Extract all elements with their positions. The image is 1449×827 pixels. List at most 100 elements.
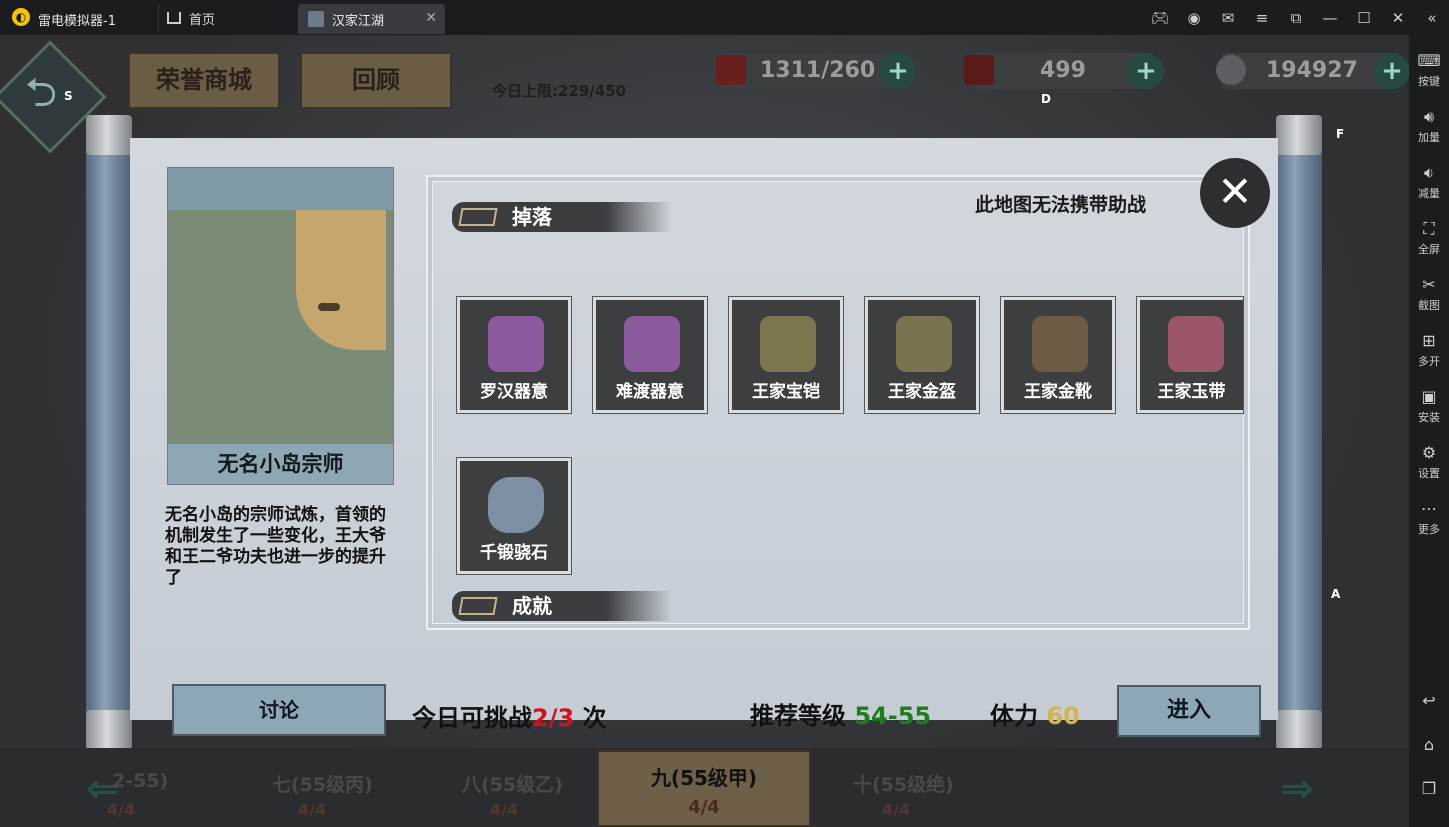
level-tab[interactable]: 十(55级绝) [853, 770, 954, 797]
stage-detail-panel: 无名小岛宗师 无名小岛的宗师试炼，首领的机制发生了一些变化，王大爷和王二爷功夫也… [130, 138, 1278, 737]
drop-item[interactable]: 王家金盔 [864, 296, 980, 414]
drop-item-name: 难渡器意 [616, 382, 684, 402]
drop-item-name: 王家金靴 [1024, 382, 1092, 402]
level-tab-label: 九(55级甲) [650, 766, 758, 790]
drop-item[interactable]: 罗汉器意 [456, 296, 572, 414]
add-silver-button[interactable]: + [1374, 53, 1409, 89]
apk-icon: ▣ [1421, 387, 1437, 406]
enter-button[interactable]: 进入 [1117, 685, 1261, 737]
drop-item[interactable]: 王家金靴 [1000, 296, 1116, 414]
sidebar-item-screenshot[interactable]: ✂ 截图 [1409, 275, 1449, 313]
ore-stone-icon [488, 477, 544, 533]
volume-down-icon: 🔉︎ [1423, 163, 1435, 182]
recommended-level: 推荐等级 54-55 [750, 696, 931, 731]
recents-icon: ❐ [1421, 779, 1437, 798]
drop-item[interactable]: 难渡器意 [592, 296, 708, 414]
sidebar-label: 安装 [1418, 411, 1440, 424]
ornament-icon [458, 208, 498, 226]
fullscreen-icon: ⛶ [1423, 219, 1435, 238]
drops-header: 掉落 [452, 202, 672, 232]
next-arrow-icon[interactable]: ⇒ [1280, 766, 1314, 812]
maximize-icon[interactable]: ☐ [1347, 9, 1381, 27]
add-stamina-button[interactable]: + [880, 53, 916, 89]
close-window-icon[interactable]: ✕ [1381, 9, 1415, 27]
close-tab-icon[interactable]: ✕ [425, 10, 437, 26]
challenge-suffix: 次 [582, 704, 607, 732]
boots-icon [1032, 316, 1088, 372]
android-home-button[interactable]: ⌂ [1409, 735, 1449, 755]
daily-challenge-count: 今日可挑战2/3 次 [412, 698, 607, 733]
close-panel-button[interactable]: ✕ [1200, 158, 1270, 228]
discuss-button[interactable]: 讨论 [172, 684, 386, 736]
game-viewport: ⮌ S 荣誉商城 回顾 今日上限:229/450 1311/260 + 499 … [0, 35, 1409, 827]
challenge-count: 2/3 [532, 704, 575, 732]
level-progress: 4/4 [688, 797, 720, 818]
sidebar-item-settings[interactable]: ⚙ 设置 [1409, 443, 1449, 481]
mail-icon[interactable]: ✉ [1211, 9, 1245, 27]
drop-item-name: 千锻骁石 [480, 543, 548, 563]
keymap-hint-a: A [1331, 587, 1341, 601]
stamina-value: 1311/260 [760, 58, 876, 83]
map-island [296, 210, 386, 350]
recommended-level-value: 54-55 [854, 702, 932, 730]
minimize-icon[interactable]: — [1313, 9, 1347, 27]
gamepad-icon[interactable]: 🎮︎ [1143, 9, 1177, 27]
home-icon: ⌂ [1423, 735, 1435, 754]
stage-description: 无名小岛的宗师试炼，首领的机制发生了一些变化，王大爷和王二爷功夫也进一步的提升了 [165, 505, 386, 588]
multi-instance-icon: ⊞ [1422, 331, 1436, 350]
more-icon: ⋯ [1421, 499, 1437, 518]
sidebar-item-fullscreen[interactable]: ⛶ 全屏 [1409, 219, 1449, 257]
sidebar-label: 截图 [1418, 299, 1440, 312]
level-progress: 4/4 [107, 800, 136, 819]
android-recents-button[interactable]: ❐ [1409, 779, 1449, 799]
volume-up-icon: 🔊︎ [1423, 107, 1435, 126]
emulator-titlebar: ◐ 雷电模拟器-1 首页 汉家江湖 ✕ 🎮︎ ◉ ✉ ≡ ⧉ — ☐ ✕ « [0, 0, 1449, 35]
review-button[interactable]: 回顾 [300, 52, 452, 109]
sidebar-item-more[interactable]: ⋯ 更多 [1409, 499, 1449, 537]
home-icon [167, 12, 181, 24]
level-tab[interactable]: 七(55级丙) [272, 770, 373, 797]
drops-header-label: 掉落 [512, 205, 552, 229]
level-tab-active[interactable]: 九(55级甲) 4/4 [597, 750, 811, 827]
restore-icon[interactable]: ⧉ [1279, 9, 1313, 27]
tab-game[interactable]: 汉家江湖 ✕ [298, 4, 445, 34]
drop-item[interactable]: 王家玉带 [1136, 296, 1244, 414]
drop-item-name: 王家金盔 [888, 382, 956, 402]
tab-home[interactable]: 首页 [158, 4, 293, 32]
keymap-hint-f: F [1336, 127, 1345, 141]
emulator-sidebar: ⌨ 按键 🔊︎ 加量 🔉︎ 减量 ⛶ 全屏 ✂ 截图 ⊞ 多开 ▣ 安装 ⚙ 设… [1409, 35, 1449, 827]
keymap-hint-s: S [64, 89, 73, 103]
level-progress: 4/4 [490, 800, 519, 819]
drop-item-name: 罗汉器意 [480, 382, 548, 402]
stamina-cost-label: 体力 [990, 702, 1038, 730]
sidebar-item-install[interactable]: ▣ 安装 [1409, 387, 1449, 425]
add-spirit-button[interactable]: + [1128, 53, 1164, 89]
sidebar-item-volume-up[interactable]: 🔊︎ 加量 [1409, 107, 1449, 145]
honor-shop-button[interactable]: 荣誉商城 [128, 52, 280, 109]
drop-item[interactable]: 千锻骁石 [456, 457, 572, 575]
map-title: 无名小岛宗师 [168, 444, 393, 484]
sidebar-item-volume-down[interactable]: 🔉︎ 减量 [1409, 163, 1449, 201]
stamina-resource: 1311/260 + [716, 53, 916, 89]
account-icon[interactable]: ◉ [1177, 9, 1211, 27]
back-arrow-icon: ⮌ [25, 70, 58, 116]
ornament-icon [458, 597, 498, 615]
sidebar-item-keymap[interactable]: ⌨ 按键 [1409, 51, 1449, 89]
menu-icon[interactable]: ≡ [1245, 9, 1279, 27]
gear-icon: ⚙ [1421, 443, 1437, 462]
level-tab[interactable]: 2-55) [112, 770, 168, 792]
jade-belt-icon [1168, 316, 1224, 372]
scroll-cap [86, 115, 132, 155]
achievements-header: 成就 [452, 591, 672, 621]
android-back-button[interactable]: ↩ [1409, 691, 1449, 711]
level-tab[interactable]: 八(55级乙) [462, 770, 563, 797]
level-progress: 4/4 [298, 800, 327, 819]
sidebar-item-multi[interactable]: ⊞ 多开 [1409, 331, 1449, 369]
tab-game-label: 汉家江湖 [332, 13, 385, 29]
keymap-hint-d: D [1041, 92, 1051, 106]
spirit-value: 499 [1040, 58, 1086, 83]
collapse-sidebar-icon[interactable]: « [1415, 9, 1449, 27]
drop-item[interactable]: 王家宝铠 [728, 296, 844, 414]
stamina-cost: 体力 60 [990, 696, 1080, 731]
spirit-resource: 499 + [964, 53, 1164, 89]
